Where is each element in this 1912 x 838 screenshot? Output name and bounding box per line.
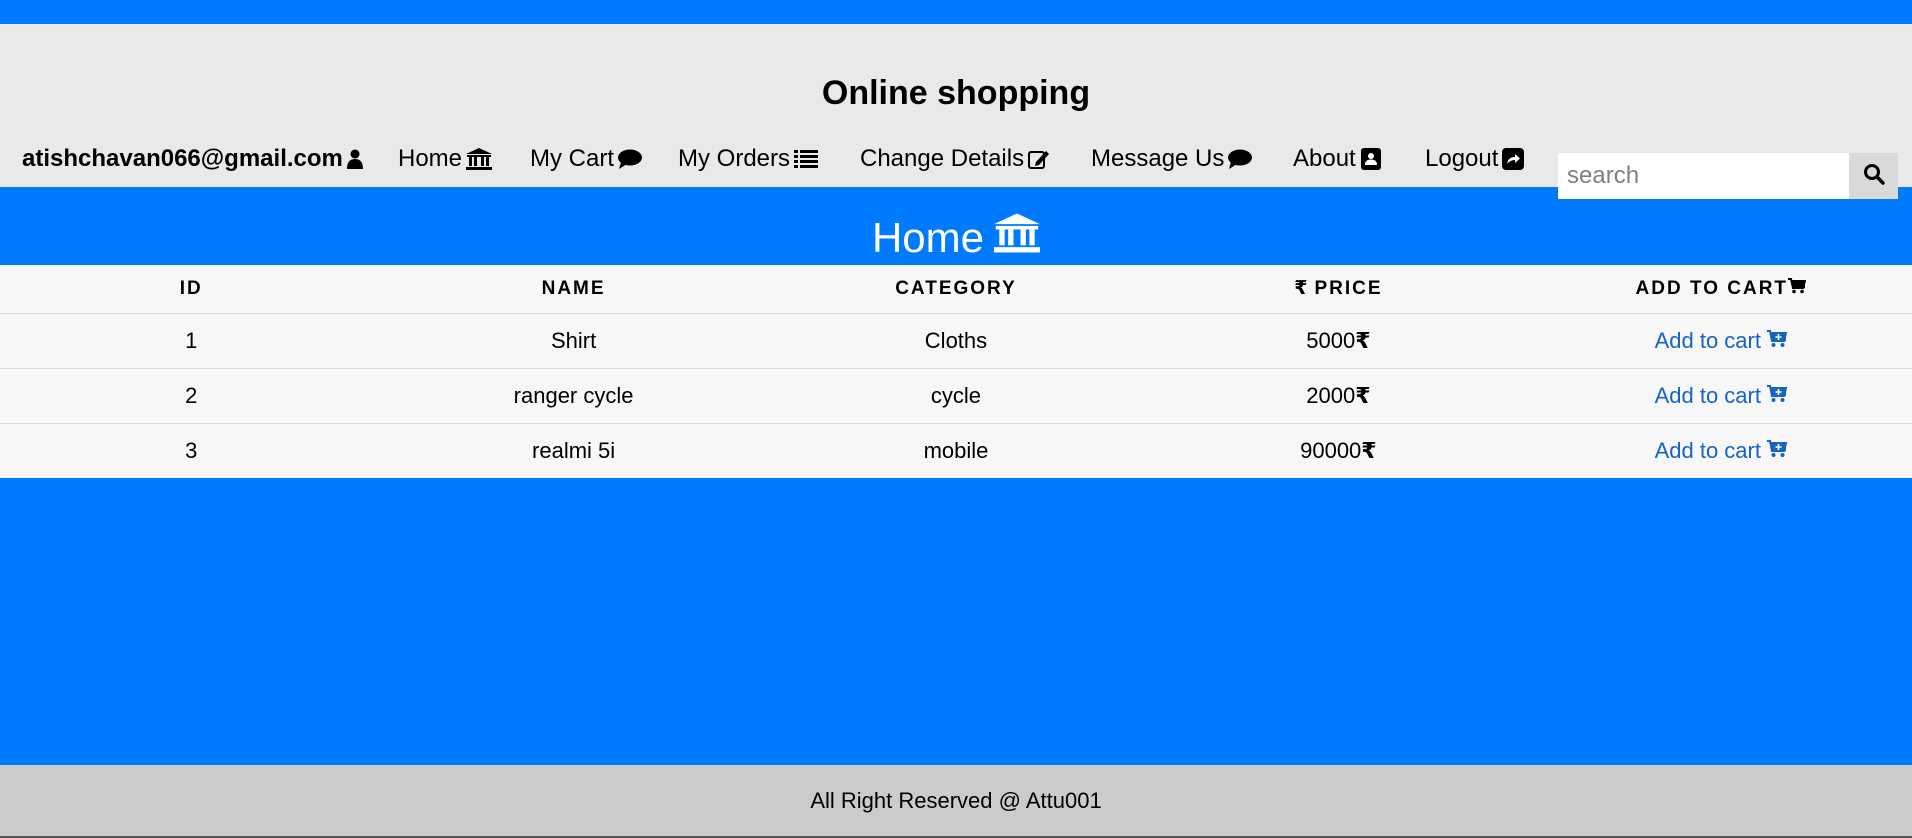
- cell-category: Cloths: [764, 313, 1148, 369]
- nav-logout[interactable]: Logout: [1425, 145, 1525, 173]
- cart-plus-icon: [1766, 383, 1788, 409]
- comment-icon: [618, 149, 642, 169]
- cell-action: Add to cart: [1529, 368, 1912, 424]
- cart-icon: [1788, 277, 1807, 300]
- cell-id: 2: [0, 368, 383, 424]
- cell-name: Shirt: [382, 313, 765, 369]
- list-icon: [794, 149, 819, 169]
- cell-price: 2000 ₹: [1147, 368, 1530, 424]
- add-to-cart-label: Add to cart: [1654, 327, 1761, 353]
- nav-change-details[interactable]: Change Details: [860, 145, 1050, 173]
- user-email: atishchavan066@gmail.com: [22, 145, 343, 172]
- cell-price: 90000 ₹: [1147, 423, 1529, 478]
- add-to-cart-link[interactable]: Add to cart: [1654, 382, 1788, 409]
- nav-message-us[interactable]: Message Us: [1091, 145, 1253, 173]
- top-accent-bar: [0, 0, 1912, 24]
- rupee-icon: ₹: [1361, 437, 1377, 463]
- rupee-icon: ₹: [1294, 278, 1310, 300]
- price-value: 2000: [1306, 382, 1356, 408]
- col-header-category: CATEGORY: [764, 265, 1148, 314]
- comment-icon: [1228, 149, 1253, 169]
- add-to-cart-label: Add to cart: [1654, 382, 1761, 408]
- nav-message-us-label: Message Us: [1091, 145, 1225, 172]
- products-table: ID NAME CATEGORY ₹ PRICE ADD TO CART 1 S…: [0, 265, 1912, 478]
- nav-my-orders[interactable]: My Orders: [678, 145, 819, 173]
- nav-about-label: About: [1293, 145, 1356, 172]
- search-icon: [1863, 163, 1885, 190]
- col-header-id: ID: [0, 265, 383, 314]
- nav-about[interactable]: About: [1293, 145, 1382, 173]
- add-to-cart-label: Add to cart: [1654, 437, 1761, 463]
- col-header-add-to-cart-label: ADD TO CART: [1635, 277, 1789, 299]
- cell-action: Add to cart: [1529, 313, 1912, 369]
- nav-home-label: Home: [398, 145, 463, 172]
- table-row: 1 Shirt Cloths 5000 ₹ Add to cart: [0, 313, 1912, 369]
- cart-plus-icon: [1766, 438, 1788, 464]
- site-footer: All Right Reserved @ Attu001: [0, 765, 1912, 838]
- main-nav: atishchavan066@gmail.com Home My Cart My…: [0, 130, 1912, 199]
- price-value: 90000: [1300, 437, 1362, 463]
- page-title: Home: [0, 213, 1912, 263]
- add-to-cart-link[interactable]: Add to cart: [1654, 437, 1788, 464]
- bank-icon: [994, 213, 1041, 263]
- site-header: Online shopping atishchavan066@gmail.com…: [0, 24, 1912, 199]
- nav-change-details-label: Change Details: [860, 145, 1025, 172]
- cell-name: ranger cycle: [382, 368, 765, 424]
- share-square-icon: [1502, 148, 1525, 170]
- nav-home[interactable]: Home: [398, 145, 493, 173]
- nav-logout-label: Logout: [1425, 145, 1499, 172]
- cell-category: mobile: [923, 437, 989, 463]
- address-book-icon: [1360, 148, 1382, 170]
- nav-my-orders-label: My Orders: [678, 145, 791, 172]
- col-header-price-label: PRICE: [1314, 277, 1383, 299]
- add-to-cart-link[interactable]: Add to cart: [1654, 327, 1788, 354]
- cell-category: cycle: [764, 368, 1148, 424]
- page-title-text: Home: [871, 214, 985, 261]
- table-header-row: ID NAME CATEGORY ₹ PRICE ADD TO CART: [0, 265, 1912, 314]
- table-row: 2 ranger cycle cycle 2000 ₹ Add to cart: [0, 368, 1912, 424]
- nav-my-cart-label: My Cart: [530, 145, 614, 172]
- cart-plus-icon: [1766, 328, 1788, 354]
- table-row: 3 realmi 5i mobile 90000 ₹ Add to cart: [0, 423, 1912, 478]
- col-header-name: NAME: [382, 265, 765, 314]
- user-account[interactable]: atishchavan066@gmail.com: [22, 145, 363, 173]
- cell-action: Add to cart: [1530, 423, 1912, 478]
- site-title: Online shopping: [821, 74, 1091, 112]
- bank-icon: [466, 148, 493, 170]
- rupee-icon: ₹: [1355, 382, 1371, 408]
- page-hero: Home: [0, 187, 1912, 265]
- cell-id: 1: [0, 313, 383, 369]
- col-header-add-to-cart: ADD TO CART: [1529, 265, 1912, 314]
- user-icon: [346, 149, 363, 169]
- rupee-icon: ₹: [1355, 327, 1371, 353]
- cell-id: 3: [185, 437, 198, 463]
- edit-icon: [1028, 149, 1050, 169]
- price-value: 5000: [1306, 327, 1356, 353]
- col-header-price: ₹ PRICE: [1147, 265, 1530, 314]
- cell-name: realmi 5i: [532, 437, 616, 463]
- nav-my-cart[interactable]: My Cart: [530, 145, 642, 173]
- footer-text: All Right Reserved @ Attu001: [810, 787, 1102, 813]
- cell-price: 5000 ₹: [1147, 313, 1530, 369]
